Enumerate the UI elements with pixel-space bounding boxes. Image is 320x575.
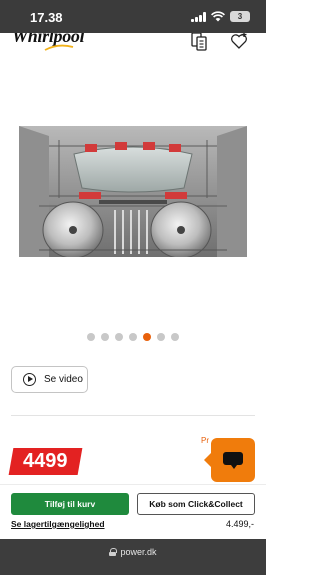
carousel-dot[interactable] (129, 333, 137, 341)
url-text: power.dk (120, 547, 157, 557)
lock-icon (109, 548, 118, 556)
click-collect-button[interactable]: Køb som Click&Collect (137, 493, 255, 515)
sticky-action-bar: Tilføj til kurv Køb som Click&Collect Se… (0, 484, 266, 539)
product-image[interactable] (19, 126, 247, 257)
wifi-icon (211, 11, 225, 22)
play-circle-icon (23, 373, 36, 386)
section-divider (11, 415, 255, 416)
see-video-button[interactable]: Se video (11, 366, 88, 393)
chat-button[interactable] (204, 438, 255, 482)
add-to-cart-button[interactable]: Tilføj til kurv (11, 493, 129, 515)
status-indicators: 3 (191, 11, 250, 22)
see-video-label: Se video (44, 374, 83, 385)
logo-swoosh-icon (44, 44, 74, 51)
carousel-dot-active[interactable] (143, 333, 151, 341)
carousel-dot[interactable] (115, 333, 123, 341)
browser-bar: power.dk (0, 539, 266, 575)
price-badge: 4499 (8, 448, 83, 475)
carousel-dots (87, 333, 179, 341)
signal-icon (191, 11, 206, 22)
product-page: 17.38 3 Whirlpool Se video Pr 4499 Tilfø… (0, 0, 266, 575)
stock-availability-link[interactable]: Se lagertilgængelighed (11, 519, 105, 529)
battery-icon: 3 (230, 11, 250, 22)
address-bar[interactable]: power.dk (0, 547, 266, 557)
carousel-dot[interactable] (171, 333, 179, 341)
promo-text: Pr (201, 436, 209, 445)
heart-plus-icon[interactable] (229, 33, 249, 51)
carousel-dot[interactable] (87, 333, 95, 341)
site-header: Whirlpool (0, 33, 266, 63)
chat-icon (223, 452, 243, 469)
compare-icon[interactable] (189, 33, 209, 51)
carousel-dot[interactable] (157, 333, 165, 341)
status-time: 17.38 (30, 10, 63, 25)
price-value: 4499 (23, 450, 68, 472)
carousel-dot[interactable] (101, 333, 109, 341)
dishwasher-interior-image (19, 126, 247, 257)
summary-price: 4.499,- (225, 519, 254, 529)
status-bar: 17.38 3 (0, 0, 266, 33)
